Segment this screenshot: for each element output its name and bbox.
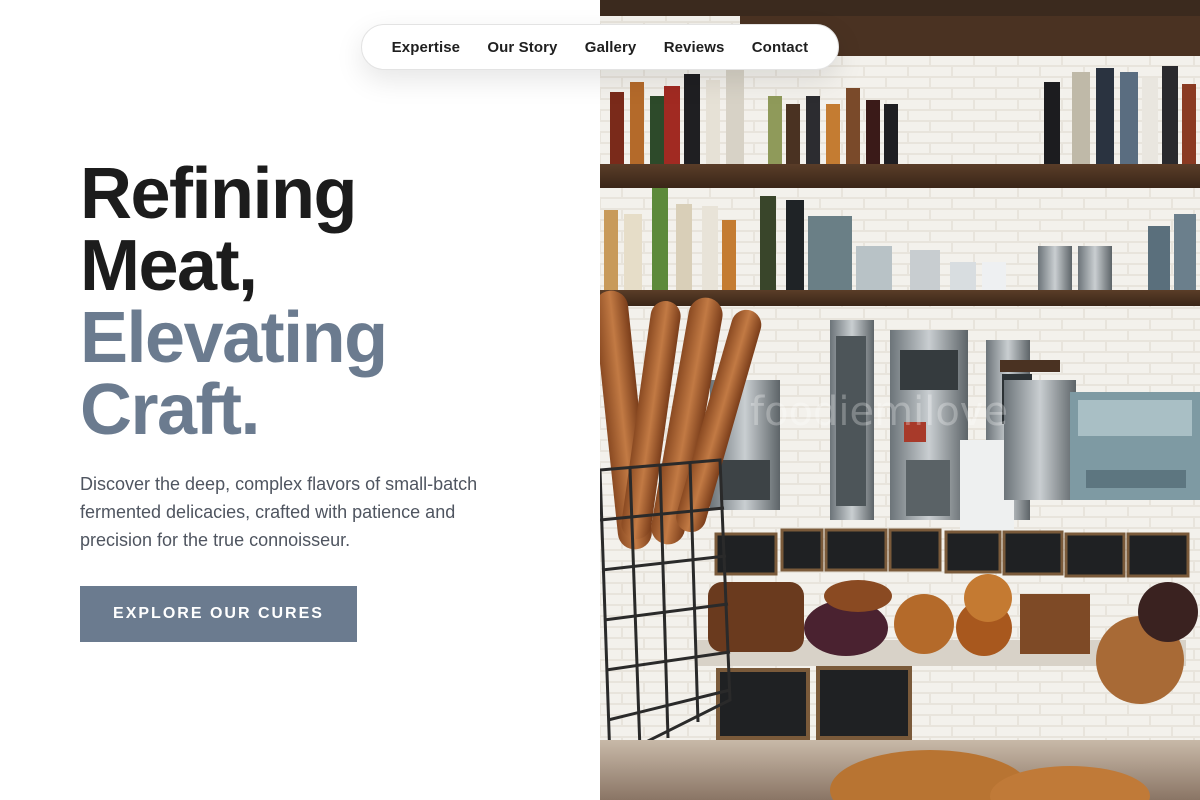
explore-cures-button[interactable]: EXPLORE OUR CURES <box>80 586 357 642</box>
nav-link-reviews[interactable]: Reviews <box>664 39 725 56</box>
headline-line-2: Meat, <box>80 226 258 306</box>
headline-line-1: Refining <box>80 154 357 234</box>
nav-link-our-story[interactable]: Our Story <box>487 39 557 56</box>
headline-line-3: Elevating <box>80 298 388 378</box>
bakery-counter-photo: foodiemilove <box>600 0 1200 800</box>
nav-link-contact[interactable]: Contact <box>752 39 809 56</box>
top-nav: Expertise Our Story Gallery Reviews Cont… <box>361 24 839 70</box>
headline-line-4: Craft. <box>80 370 261 450</box>
hero-description: Discover the deep, complex flavors of sm… <box>80 474 478 550</box>
svg-text:foodiemilove: foodiemilove <box>750 389 1008 435</box>
nav-link-gallery[interactable]: Gallery <box>585 39 637 56</box>
hero-headline: Refining Meat, Elevating Craft. <box>80 158 580 446</box>
hero-image: foodiemilove <box>600 0 1200 800</box>
nav-link-expertise[interactable]: Expertise <box>392 39 460 56</box>
landing-page: foodiemilove Expertise Our Story Gallery… <box>0 0 1200 800</box>
